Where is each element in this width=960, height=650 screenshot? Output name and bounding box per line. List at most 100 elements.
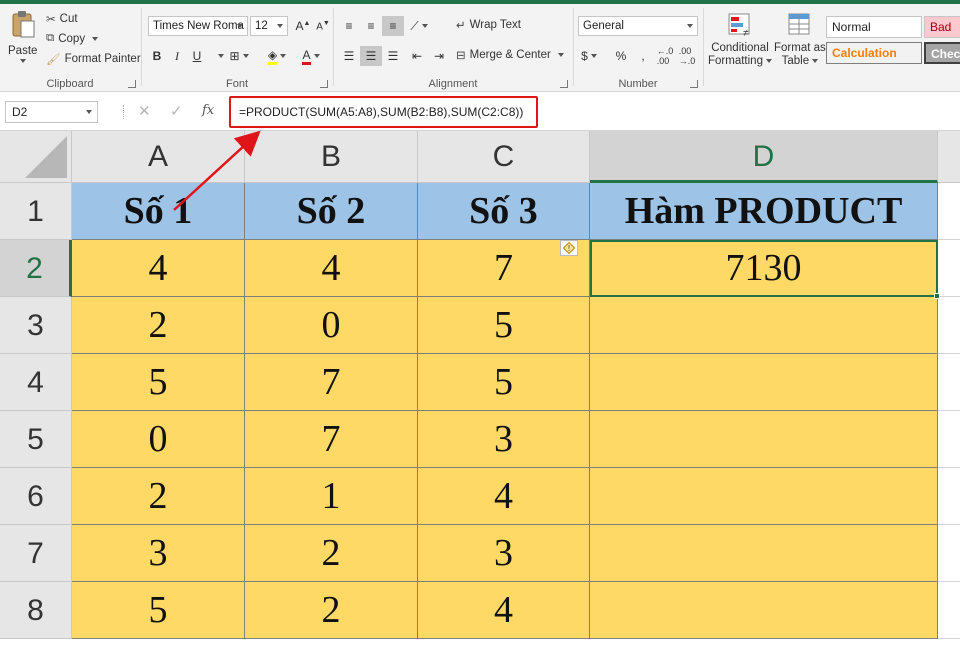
increase-decimal-button[interactable]: ←.0.00 <box>654 46 676 66</box>
comma-style-button[interactable]: , <box>632 46 654 66</box>
align-top-button[interactable]: ≡ <box>338 16 360 36</box>
cell-e3[interactable] <box>938 297 960 354</box>
column-header-c[interactable]: C <box>418 131 590 183</box>
style-calculation[interactable]: Calculation <box>826 42 922 64</box>
cell-c8[interactable]: 4 <box>418 582 590 639</box>
confirm-entry-icon[interactable]: ✓ <box>170 102 183 120</box>
decrease-indent-button[interactable]: ⇤ <box>406 46 428 66</box>
cell-d4[interactable] <box>590 354 938 411</box>
borders-button[interactable]: ⊞ <box>228 46 250 66</box>
style-check[interactable]: Check <box>924 42 960 64</box>
align-center-button[interactable]: ☰ <box>360 46 382 66</box>
cell-e4[interactable] <box>938 354 960 411</box>
underline-button[interactable]: U <box>186 46 208 66</box>
cell-b2[interactable]: 4 <box>245 240 418 297</box>
error-warning-icon[interactable]: ! <box>560 240 578 256</box>
cell-d3[interactable] <box>590 297 938 354</box>
cut-button[interactable]: ✂ Cut <box>46 12 78 26</box>
cell-b8[interactable]: 2 <box>245 582 418 639</box>
format-as-table-button[interactable]: Format as Table <box>774 12 826 67</box>
cell-b5[interactable]: 7 <box>245 411 418 468</box>
cell-b7[interactable]: 2 <box>245 525 418 582</box>
style-bad[interactable]: Bad <box>924 16 960 38</box>
cell-a7[interactable]: 3 <box>72 525 245 582</box>
cell-c7[interactable]: 3 <box>418 525 590 582</box>
paste-dropdown-icon[interactable] <box>19 59 26 63</box>
merge-center-button[interactable]: ⊟ Merge & Center <box>456 48 564 62</box>
cell-c4[interactable]: 5 <box>418 354 590 411</box>
insert-function-icon[interactable]: fx <box>202 103 214 118</box>
bold-button[interactable]: B <box>146 46 168 66</box>
cell-a1[interactable]: Số 1 <box>72 183 245 240</box>
style-normal[interactable]: Normal <box>826 16 922 38</box>
copy-dropdown-icon[interactable] <box>92 36 99 41</box>
cell-d8[interactable] <box>590 582 938 639</box>
cell-d1[interactable]: Hàm PRODUCT <box>590 183 938 240</box>
increase-indent-button[interactable]: ⇥ <box>428 46 450 66</box>
cell-a4[interactable]: 5 <box>72 354 245 411</box>
paste-button[interactable]: Paste <box>8 10 37 63</box>
row-header-4[interactable]: 4 <box>0 354 72 411</box>
percent-style-button[interactable]: % <box>610 46 632 66</box>
clipboard-launcher-icon[interactable] <box>128 80 136 88</box>
number-launcher-icon[interactable] <box>690 80 698 88</box>
cell-d2[interactable]: 7130 <box>590 240 938 297</box>
cell-c1[interactable]: Số 3 <box>418 183 590 240</box>
cell-c3[interactable]: 5 <box>418 297 590 354</box>
name-box[interactable]: D2 <box>5 101 98 123</box>
cell-d5[interactable] <box>590 411 938 468</box>
number-format-select[interactable]: General <box>578 16 698 36</box>
select-all-button[interactable] <box>0 131 72 183</box>
row-header-8[interactable]: 8 <box>0 582 72 639</box>
formula-input[interactable]: =PRODUCT(SUM(A5:A8),SUM(B2:B8),SUM(C2:C8… <box>229 96 538 128</box>
font-launcher-icon[interactable] <box>320 80 328 88</box>
column-header-e[interactable] <box>938 131 960 183</box>
fill-color-button[interactable]: ◈ <box>266 46 288 66</box>
font-color-button[interactable]: A <box>300 46 322 66</box>
font-size-select[interactable]: 12 <box>250 16 288 36</box>
accounting-format-button[interactable]: $ <box>578 46 600 66</box>
cell-e1[interactable] <box>938 183 960 240</box>
cell-a2[interactable]: 4 <box>72 240 245 297</box>
decrease-font-size-button[interactable]: A▼ <box>312 16 334 36</box>
cell-b3[interactable]: 0 <box>245 297 418 354</box>
cell-a8[interactable]: 5 <box>72 582 245 639</box>
align-left-button[interactable]: ☰ <box>338 46 360 66</box>
column-header-a[interactable]: A <box>72 131 245 183</box>
align-bottom-button[interactable]: ≡ <box>382 16 404 36</box>
row-header-2[interactable]: 2 <box>0 240 72 297</box>
underline-dropdown[interactable] <box>208 46 230 66</box>
row-header-3[interactable]: 3 <box>0 297 72 354</box>
cell-c6[interactable]: 4 <box>418 468 590 525</box>
cancel-entry-icon[interactable]: ✕ <box>138 102 151 120</box>
cell-d6[interactable] <box>590 468 938 525</box>
italic-button[interactable]: I <box>166 46 188 66</box>
row-header-5[interactable]: 5 <box>0 411 72 468</box>
copy-button[interactable]: ⧉ Copy <box>46 32 99 45</box>
align-right-button[interactable]: ☰ <box>382 46 404 66</box>
decrease-decimal-button[interactable]: .00 →.0 <box>676 46 698 66</box>
cell-e8[interactable] <box>938 582 960 639</box>
row-header-1[interactable]: 1 <box>0 183 72 240</box>
cell-e7[interactable] <box>938 525 960 582</box>
cell-e6[interactable] <box>938 468 960 525</box>
cell-b1[interactable]: Số 2 <box>245 183 418 240</box>
cell-a3[interactable]: 2 <box>72 297 245 354</box>
wrap-text-button[interactable]: ↵ Wrap Text <box>456 18 521 32</box>
column-header-b[interactable]: B <box>245 131 418 183</box>
font-name-select[interactable]: Times New Roma <box>148 16 248 36</box>
row-header-6[interactable]: 6 <box>0 468 72 525</box>
row-header-7[interactable]: 7 <box>0 525 72 582</box>
cell-e5[interactable] <box>938 411 960 468</box>
cell-e2[interactable] <box>938 240 960 297</box>
format-painter-button[interactable]: 🖌 Format Painter <box>46 52 141 66</box>
alignment-launcher-icon[interactable] <box>560 80 568 88</box>
cell-a6[interactable]: 2 <box>72 468 245 525</box>
orientation-button[interactable]: ⟋ <box>408 16 430 36</box>
align-middle-button[interactable]: ≡ <box>360 16 382 36</box>
cell-b6[interactable]: 1 <box>245 468 418 525</box>
cell-a5[interactable]: 0 <box>72 411 245 468</box>
cell-c5[interactable]: 3 <box>418 411 590 468</box>
cell-b4[interactable]: 7 <box>245 354 418 411</box>
conditional-formatting-button[interactable]: ≠ Conditional Formatting <box>708 12 772 67</box>
